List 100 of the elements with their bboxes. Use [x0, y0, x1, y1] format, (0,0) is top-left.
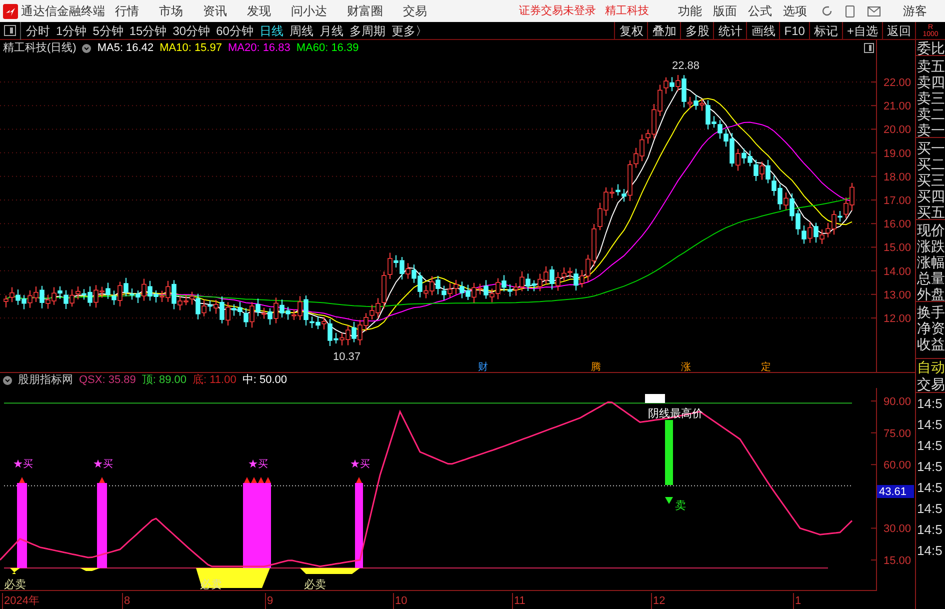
stock-name: 精工科技: [605, 4, 649, 19]
axis-label: 17.00: [883, 195, 911, 207]
toolbar-button[interactable]: F10: [779, 22, 809, 39]
axis-label: 2024年: [2, 593, 40, 609]
axis-label: 13.00: [883, 289, 911, 302]
axis-label: 14.00: [883, 266, 911, 278]
quote-field-label: 卖二: [916, 106, 945, 122]
axis-label: 8: [122, 593, 130, 609]
trade-time: 14:5: [916, 416, 944, 434]
period-tab[interactable]: 多周期: [349, 22, 386, 40]
up-arrow-icon: [19, 477, 25, 483]
quote-field-label: 涨跌: [916, 238, 945, 254]
toolbar-menu-item[interactable]: 功能: [678, 2, 702, 20]
toolbar-button[interactable]: 复权: [614, 22, 648, 39]
toolbar-button[interactable]: +自选: [842, 22, 882, 39]
menu-item[interactable]: 财富圈: [347, 2, 383, 20]
trade-time: 14:5: [916, 542, 944, 560]
axis-label: 12: [651, 593, 666, 609]
quote-field-label: 收益: [916, 336, 945, 352]
indicator-value: MA60: 16.39: [296, 40, 359, 56]
menu-item[interactable]: 发现: [247, 2, 271, 20]
trade-time: 14:5: [916, 437, 944, 455]
low-price-label: 10.37: [333, 351, 361, 363]
axis-label: 15.00: [883, 555, 911, 567]
axis-label: 15.00: [883, 242, 911, 254]
quote-field-label: 涨幅: [916, 254, 945, 270]
quote-field-label: 买一: [916, 140, 945, 156]
user-label[interactable]: 游客: [903, 2, 927, 20]
app-title: 通达信金融终端: [21, 3, 106, 20]
up-arrow-icon: [99, 477, 105, 483]
current-value-badge: 43.61: [877, 485, 914, 498]
sell-label: 卖: [675, 500, 686, 512]
trade-time: 14:5: [916, 521, 944, 539]
refresh-icon: [821, 5, 833, 17]
mail-icon: [867, 6, 881, 16]
menu-item[interactable]: 行情: [115, 2, 139, 20]
indicator-value: MA10: 15.97: [160, 40, 222, 56]
buy-label: ★买: [13, 459, 33, 470]
buy-label: ★买: [93, 459, 113, 470]
axis-label: 90.00: [883, 396, 911, 408]
toolbar-button[interactable]: 返回: [882, 22, 915, 39]
toolbar-button[interactable]: 叠加: [647, 22, 680, 39]
menu-item[interactable]: 资讯: [203, 2, 227, 20]
period-tab[interactable]: 分时: [26, 22, 50, 40]
sell-label: 必卖: [4, 579, 26, 590]
menu-item[interactable]: 市场: [159, 2, 183, 20]
indicator-value: 中: 50.00: [242, 373, 287, 388]
menu-item[interactable]: 交易: [403, 2, 427, 20]
period-tab[interactable]: 1分钟: [56, 22, 87, 40]
trade-time: 14:5: [916, 479, 944, 497]
toolbar-menu-item[interactable]: 版面: [713, 2, 737, 20]
dropdown-icon: [3, 376, 12, 385]
up-arrow-icon: [244, 477, 271, 483]
quote-field-label: 总量: [916, 270, 945, 286]
trade-time: 14:5: [916, 500, 944, 518]
up-arrow-icon: [356, 477, 362, 483]
axis-label: 10: [393, 593, 408, 609]
buy-label: ★买: [248, 459, 268, 470]
quote-field-label[interactable]: 自动: [916, 358, 945, 375]
axis-label: 9: [265, 593, 274, 609]
quote-field-label: 卖三: [916, 90, 945, 106]
toolbar-button[interactable]: 标记: [808, 22, 842, 39]
quote-field-label: 买五: [916, 204, 945, 220]
period-tab[interactable]: 周线: [289, 22, 314, 40]
period-tab[interactable]: 15分钟: [129, 22, 167, 40]
indicator-value: 顶: 89.00: [142, 373, 187, 388]
quote-field-label: 卖四: [916, 74, 945, 90]
period-tab[interactable]: 日线: [259, 22, 284, 40]
quote-field-label: 现价: [916, 222, 945, 238]
axis-label: 75.00: [883, 428, 911, 440]
chart-title: 精工科技(日线): [3, 40, 76, 56]
period-tab[interactable]: 60分钟: [216, 22, 254, 40]
toolbar-button[interactable]: 多股: [680, 22, 714, 39]
indicator-value: MA20: 16.83: [228, 40, 290, 56]
indicator-name: 股朋指标网: [18, 373, 73, 388]
axis-label: 11: [512, 593, 526, 609]
quote-field-label: 换手: [916, 304, 945, 320]
toolbar-menu-item[interactable]: 选项: [783, 2, 807, 20]
toolbar-button[interactable]: 统计: [713, 22, 746, 39]
period-tab[interactable]: 30分钟: [172, 22, 210, 40]
quote-field-label: 卖五: [916, 58, 945, 74]
quote-field-label: 委比: [916, 40, 945, 56]
period-tab[interactable]: 5分钟: [92, 22, 124, 40]
indicator-value: MA5: 16.42: [97, 40, 154, 56]
toolbar-menu-item[interactable]: 公式: [748, 2, 772, 20]
event-marker: 财: [478, 362, 488, 372]
axis-label: 21.00: [883, 100, 911, 113]
event-marker: 腾: [591, 362, 601, 372]
toolbar-button[interactable]: 画线: [746, 22, 780, 39]
period-tab[interactable]: 更多〉: [391, 22, 428, 40]
login-notice[interactable]: 证券交易未登录: [519, 2, 596, 20]
axis-label: 30.00: [883, 523, 911, 536]
event-marker: 涨: [681, 362, 691, 372]
period-tab[interactable]: 月线: [319, 22, 344, 40]
axis-label: 22.00: [883, 77, 911, 89]
menu-item[interactable]: 问小达: [291, 2, 327, 20]
quote-field-label: 外盘: [916, 286, 945, 302]
quote-field-label: 交易: [916, 375, 945, 393]
indicator-value: QSX: 35.89: [79, 373, 136, 388]
trade-time: 14:5: [916, 458, 944, 476]
